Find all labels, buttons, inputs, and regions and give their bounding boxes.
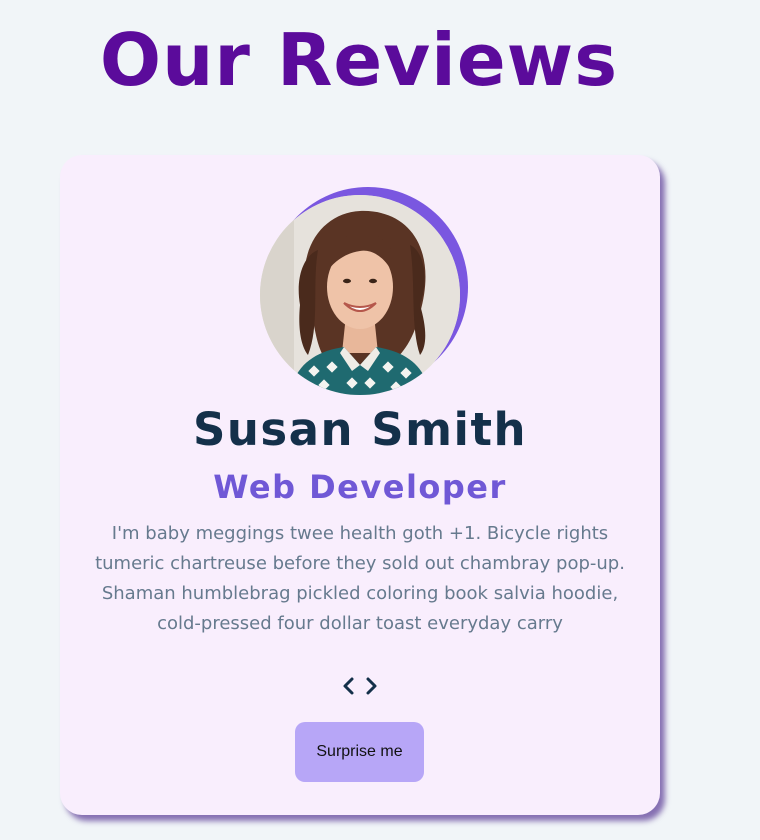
avatar (260, 195, 460, 395)
avatar-container (260, 185, 470, 395)
chevron-right-icon (366, 677, 377, 695)
next-button[interactable] (363, 671, 381, 701)
review-text: I'm baby meggings twee health goth +1. B… (95, 523, 625, 634)
author-job: Web Developer (213, 468, 507, 506)
chevron-left-icon (343, 677, 354, 695)
review-nav (60, 671, 660, 701)
page-title: Our Reviews (99, 18, 619, 102)
author-name: Susan Smith (192, 403, 528, 456)
surprise-me-button[interactable]: Surprise me (295, 722, 424, 782)
prev-button[interactable] (339, 671, 357, 701)
review-card: Susan Smith Web Developer I'm baby meggi… (60, 155, 660, 815)
